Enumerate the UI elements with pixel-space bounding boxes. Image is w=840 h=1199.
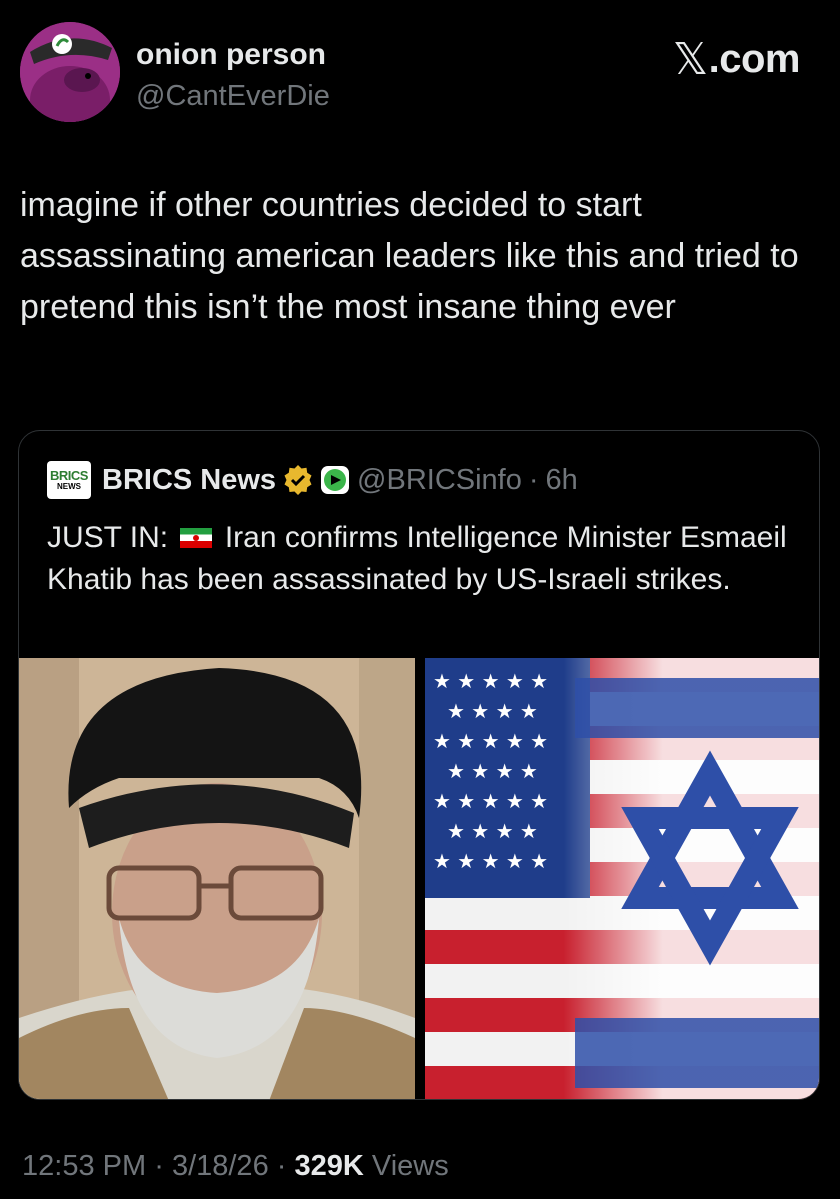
site-logo-label: .com xyxy=(708,37,801,81)
brics-logo-line2: NEWS xyxy=(57,482,81,491)
brics-logo-line1: BRICS xyxy=(50,468,88,483)
x-site-logo: 𝕏 .com xyxy=(672,34,801,85)
us-israel-flags-photo[interactable]: ★ ★ ★ ★ ★ ★ ★ ★ ★ ★ ★ ★ ★ ★ ★ ★ ★ ★ ★ ★ … xyxy=(425,658,819,1099)
quoted-tweet-text: JUST IN: Iran confirms Intelligence Mini… xyxy=(47,517,807,601)
affiliate-badge-icon xyxy=(321,466,350,494)
views-count: 329K xyxy=(294,1150,364,1182)
portrait-image-icon xyxy=(19,658,415,1099)
quoted-separator: · xyxy=(528,463,539,496)
meta-separator-1: · xyxy=(154,1150,164,1182)
minister-photo[interactable] xyxy=(19,658,415,1099)
views-label: Views xyxy=(371,1150,449,1182)
quoted-text-prefix: JUST IN: xyxy=(47,521,169,554)
author-handle[interactable]: @CantEverDie xyxy=(136,80,330,113)
tweet-meta: 12:53 PM · 3/18/26 · 329K Views xyxy=(22,1150,449,1183)
verified-badge-icon xyxy=(284,465,312,495)
x-logo-icon: 𝕏 xyxy=(672,35,708,84)
author-avatar[interactable] xyxy=(20,22,120,122)
author-display-name[interactable]: onion person xyxy=(136,38,326,72)
meta-separator-2: · xyxy=(276,1150,287,1182)
onion-person-avatar-icon xyxy=(20,22,120,122)
quoted-author-name[interactable]: BRICS News xyxy=(102,464,276,497)
tweet-text: imagine if other countries decided to st… xyxy=(20,186,799,326)
quoted-media[interactable]: ★ ★ ★ ★ ★ ★ ★ ★ ★ ★ ★ ★ ★ ★ ★ ★ ★ ★ ★ ★ … xyxy=(19,658,819,1099)
quoted-tweet-header: BRICS NEWS BRICS News @BRICSinfo · 6h xyxy=(47,461,578,499)
flags-image-icon: ★ ★ ★ ★ ★ ★ ★ ★ ★ ★ ★ ★ ★ ★ ★ ★ ★ ★ ★ ★ … xyxy=(425,658,819,1099)
tweet-time[interactable]: 12:53 PM xyxy=(22,1150,146,1182)
tweet-date[interactable]: 3/18/26 xyxy=(172,1150,269,1182)
quoted-author-handle[interactable]: @BRICSinfo xyxy=(357,464,522,497)
brics-news-logo[interactable]: BRICS NEWS xyxy=(47,461,91,499)
quoted-tweet[interactable]: BRICS NEWS BRICS News @BRICSinfo · 6h JU… xyxy=(18,430,820,1100)
iran-flag-icon xyxy=(180,528,213,548)
quoted-timestamp[interactable]: 6h xyxy=(546,464,578,497)
